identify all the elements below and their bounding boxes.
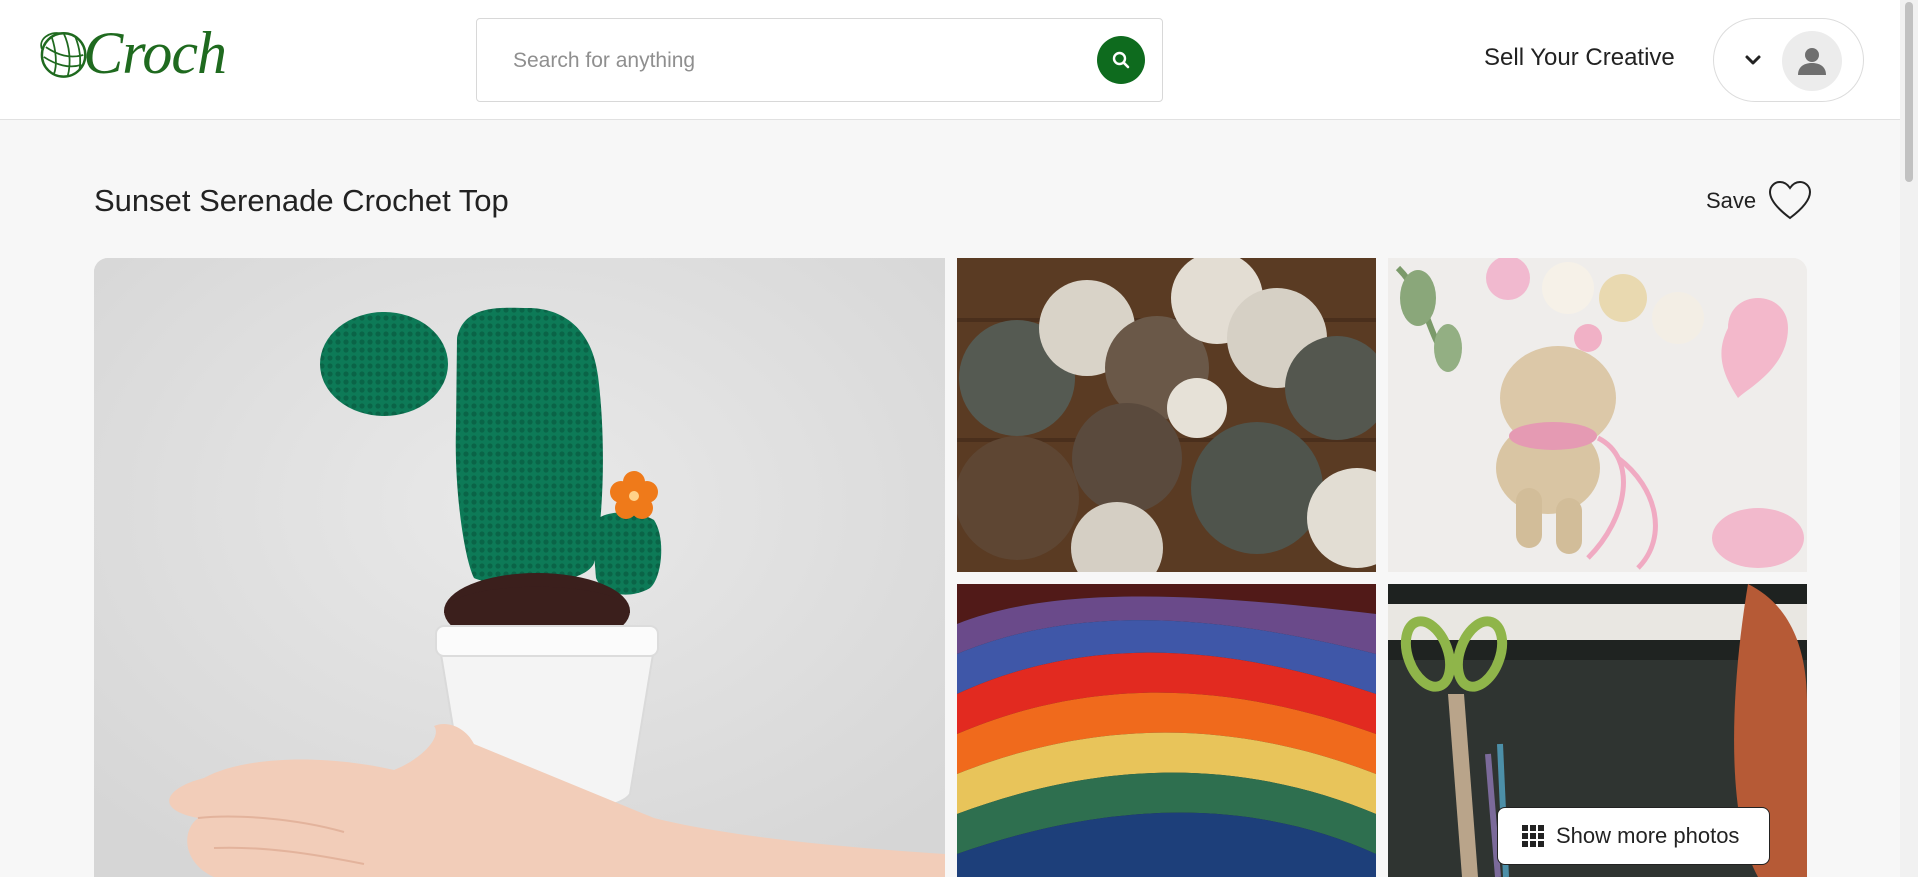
chevron-down-icon: [1745, 55, 1761, 65]
photo-yarn-balls[interactable]: [957, 258, 1376, 572]
user-menu-button[interactable]: [1713, 18, 1864, 102]
main-photo[interactable]: [94, 258, 945, 877]
cactus-photo: [94, 258, 945, 877]
search-icon: [1112, 51, 1130, 69]
scrollbar-thumb[interactable]: [1905, 2, 1913, 182]
yarn-balls-photo: [957, 258, 1376, 572]
save-label: Save: [1706, 188, 1757, 213]
amigurumi-photo: [1388, 258, 1807, 572]
show-more-photos-label: Show more photos: [1556, 823, 1740, 848]
rainbow-blanket-photo: [957, 584, 1376, 877]
listing-title: Sunset Serenade Crochet Top: [94, 183, 509, 218]
photo-rainbow-blanket[interactable]: [957, 584, 1376, 877]
search-button[interactable]: [1097, 36, 1145, 84]
photo-amigurumi-deer[interactable]: [1388, 258, 1807, 572]
heart-icon: [1769, 180, 1812, 220]
photo-gallery: [94, 258, 1807, 877]
grid-icon: [1522, 825, 1544, 847]
site-logo[interactable]: Croch: [36, 18, 227, 88]
save-button[interactable]: Save: [1706, 180, 1812, 222]
sell-your-creative-link[interactable]: Sell Your Creative: [1484, 44, 1675, 72]
vertical-scrollbar[interactable]: [1900, 0, 1918, 877]
search-bar: [476, 18, 1163, 102]
avatar: [1782, 31, 1842, 91]
top-header: Croch Sell Your Creative: [0, 0, 1900, 120]
logo-wordmark: Croch: [83, 19, 227, 86]
search-input[interactable]: [513, 41, 1073, 81]
show-more-photos-button[interactable]: Show more photos: [1497, 807, 1770, 865]
user-icon: [1798, 48, 1826, 75]
